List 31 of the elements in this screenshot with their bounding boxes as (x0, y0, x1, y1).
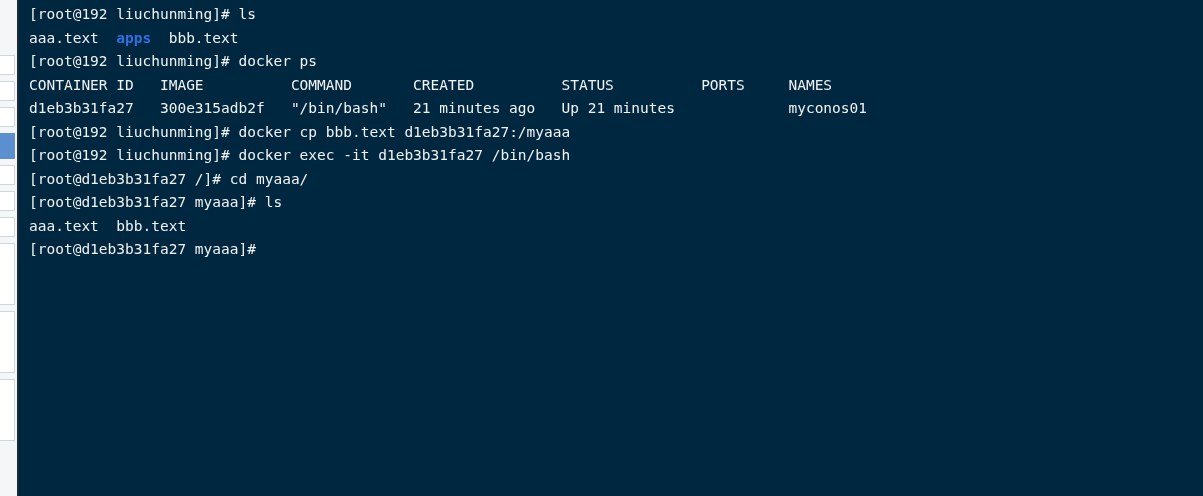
command-text: ls (264, 193, 283, 212)
column-header: CREATED (413, 76, 475, 93)
file-name: bbb.text (168, 28, 239, 48)
shell-prompt: [root@192 liuchunming]# (29, 146, 230, 165)
shell-prompt: [root@d1eb3b31fa27 /]# (29, 169, 222, 189)
column-header: COMMAND (290, 76, 352, 93)
file-name: bbb.text (116, 216, 187, 236)
shell-prompt: [root@192 liuchunming]# (29, 5, 230, 24)
shell-prompt: [root@d1eb3b31fa27 myaaa]# (29, 240, 256, 259)
column-header: NAMES (788, 76, 833, 93)
command-text: docker ps (238, 52, 318, 71)
shell-prompt: [root@192 liuchunming]# (29, 122, 230, 142)
table-cell: myconos01 (788, 100, 867, 116)
command-text: docker exec -it d1eb3b31fa27 /bin/bash (238, 146, 571, 165)
shell-prompt: [root@d1eb3b31fa27 myaaa]# (29, 193, 256, 212)
table-cell: Up 21 minutes (561, 100, 675, 116)
table-cell: 21 minutes ago (413, 100, 536, 116)
command-text: ls (238, 5, 256, 24)
table-cell: 300e315adb2f (159, 100, 265, 116)
directory-name: apps (116, 28, 152, 48)
column-header: IMAGE (159, 76, 204, 93)
command-text: cd myaaa/ (229, 169, 309, 189)
column-header: STATUS (561, 76, 614, 93)
command-text: docker cp bbb.text d1eb3b31fa27:/myaaa (238, 122, 571, 142)
column-header: CONTAINER ID (29, 76, 134, 93)
shell-prompt: [root@192 liuchunming]# (29, 52, 230, 71)
table-cell: d1eb3b31fa27 (29, 100, 134, 116)
file-name: aaa.text (29, 216, 99, 236)
column-header: PORTS (701, 76, 745, 93)
file-name: aaa.text (29, 28, 99, 48)
table-cell: "/bin/bash" (290, 100, 387, 116)
